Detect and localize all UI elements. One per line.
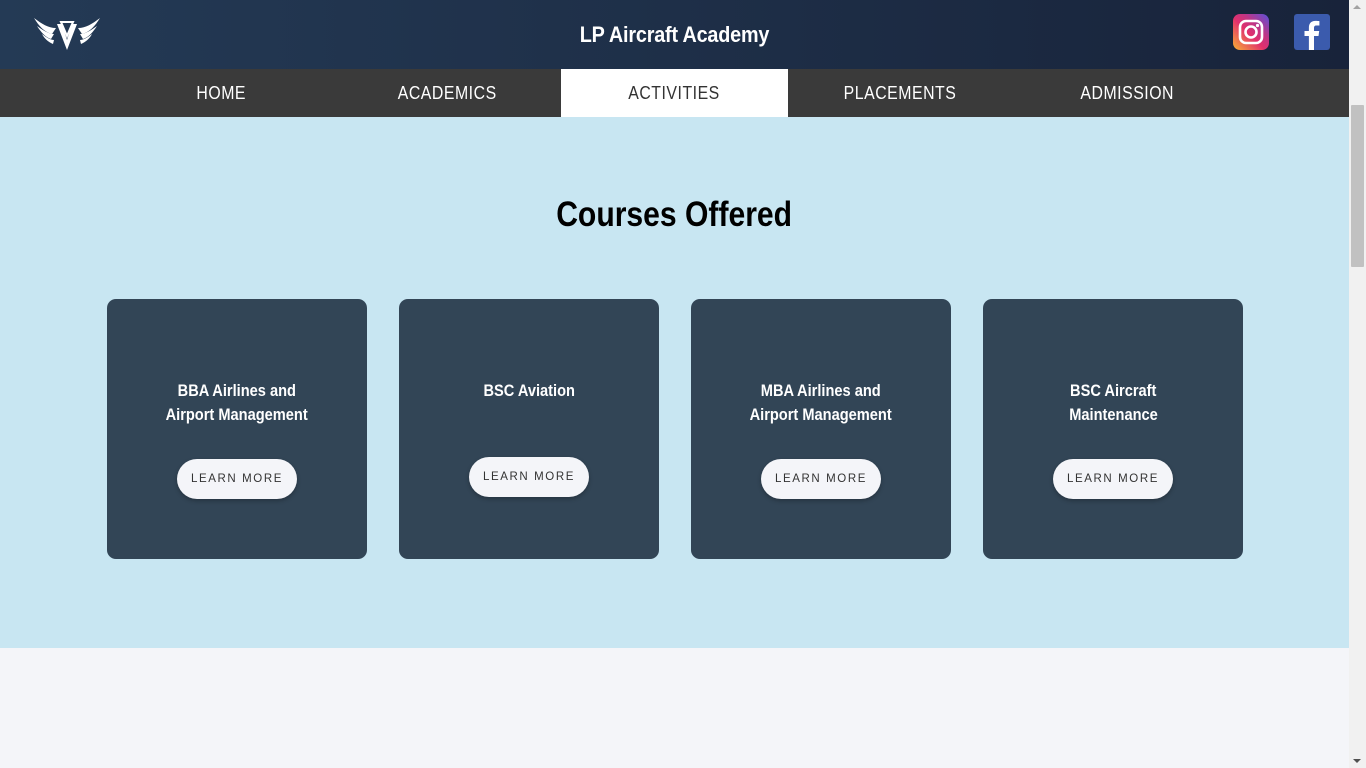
nav-label: ACTIVITIES [628,82,721,103]
nav-item-activities[interactable]: ACTIVITIES [561,69,788,117]
instagram-icon[interactable] [1233,14,1269,50]
course-title: BBA Airlines and Airport Management [165,381,309,424]
scroll-up-arrow-icon[interactable] [1353,5,1361,9]
nav-label: ADMISSION [1080,82,1175,103]
page: LP Aircraft Academy HOME ACADEMICS ACTIV… [0,0,1349,768]
scroll-thumb[interactable] [1351,105,1364,267]
course-title: MBA Airlines and Airport Management [749,381,893,424]
site-title: LP Aircraft Academy [579,21,770,47]
facebook-icon[interactable] [1294,14,1330,50]
nav-label: PLACEMENTS [844,82,957,103]
nav-item-home[interactable]: HOME [108,69,335,117]
learn-more-button[interactable]: LEARN MORE [177,459,297,499]
course-card: BSC Aviation LEARN MORE [399,299,659,559]
main-nav: HOME ACADEMICS ACTIVITIES PLACEMENTS ADM… [0,69,1349,117]
nav-item-academics[interactable]: ACADEMICS [334,69,561,117]
nav-item-admission[interactable]: ADMISSION [1014,69,1241,117]
course-card: BBA Airlines and Airport Management LEAR… [107,299,367,559]
course-title: BSC Aviation [483,381,575,400]
nav-item-placements[interactable]: PLACEMENTS [787,69,1014,117]
scroll-down-arrow-icon[interactable] [1353,759,1361,763]
course-card: BSC Aircraft Maintenance LEARN MORE [983,299,1243,559]
vertical-scrollbar[interactable] [1349,0,1366,768]
learn-more-button[interactable]: LEARN MORE [469,457,589,497]
top-header: LP Aircraft Academy [0,0,1349,69]
learn-more-button[interactable]: LEARN MORE [1053,459,1173,499]
courses-section: Courses Offered BBA Airlines and Airport… [0,117,1349,648]
nav-label: HOME [196,82,247,103]
nav-label: ACADEMICS [398,82,497,103]
course-title: BSC Aircraft Maintenance [1068,381,1158,424]
course-card: MBA Airlines and Airport Management LEAR… [691,299,951,559]
learn-more-button[interactable]: LEARN MORE [761,459,881,499]
section-title: Courses Offered [556,195,793,234]
